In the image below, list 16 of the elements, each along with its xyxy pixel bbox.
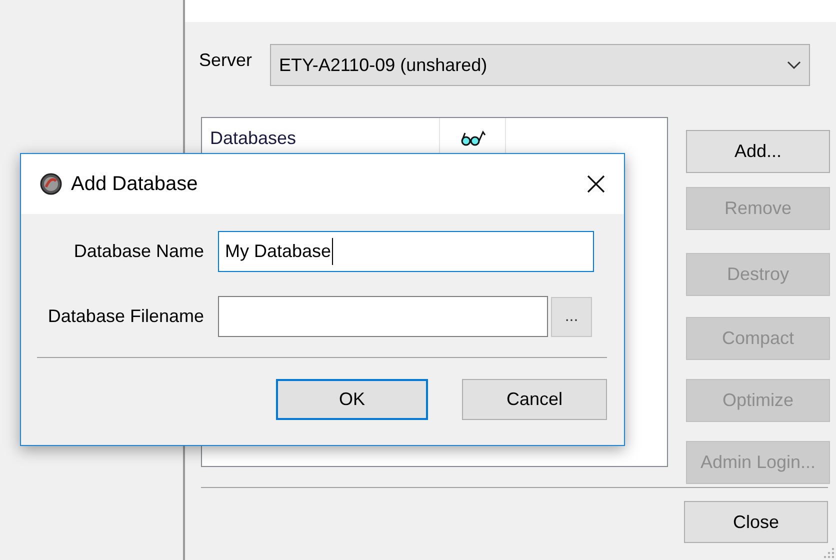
browse-button[interactable]: ... — [551, 296, 592, 336]
dialog-button[interactable]: Cancel — [462, 379, 607, 420]
field-label: Database Filename — [46, 305, 205, 328]
close-icon[interactable] — [586, 174, 606, 194]
input-field[interactable]: My Database — [218, 231, 594, 272]
app-logo-icon — [39, 172, 63, 196]
server-label: Server — [199, 48, 252, 72]
field-label: Database Name — [72, 240, 205, 263]
glasses-icon — [460, 130, 486, 146]
action-button[interactable]: Add... — [686, 130, 830, 173]
dialog-title: Add Database — [71, 172, 199, 197]
server-dropdown[interactable]: ETY-A2110-09 (unshared) — [270, 44, 810, 86]
resize-grip-icon — [823, 547, 835, 559]
chevron-down-icon — [787, 60, 802, 70]
close-button[interactable]: Close — [684, 501, 828, 543]
dialog-button[interactable]: OK — [276, 379, 428, 420]
